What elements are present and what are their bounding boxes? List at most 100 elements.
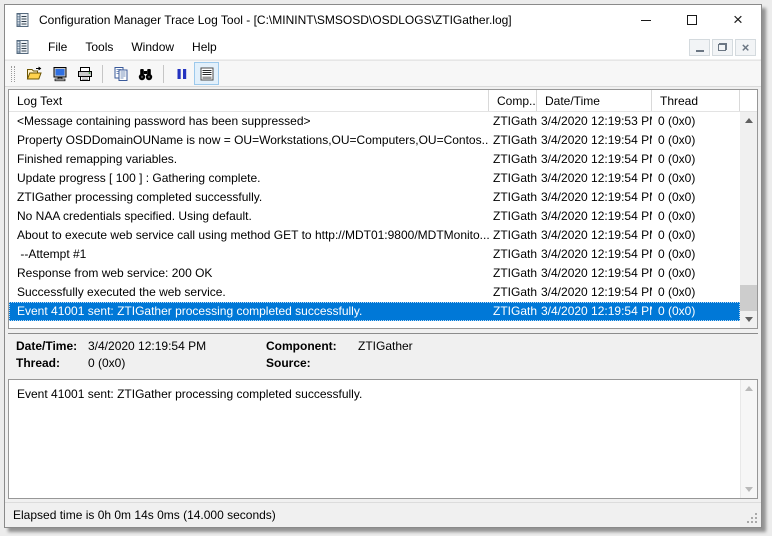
mdi-minimize-button[interactable] xyxy=(689,39,710,56)
titlebar[interactable]: Configuration Manager Trace Log Tool - [… xyxy=(5,5,761,35)
window-title: Configuration Manager Trace Log Tool - [… xyxy=(39,13,623,27)
detail-message-text: Event 41001 sent: ZTIGather processing c… xyxy=(9,380,740,498)
close-button[interactable]: × xyxy=(715,5,761,35)
log-text-cell: Event 41001 sent: ZTIGather processing c… xyxy=(9,302,489,321)
toolbar-separator xyxy=(163,65,164,83)
message-scroll-down-button[interactable] xyxy=(741,481,757,498)
detail-datetime-value: 3/4/2020 12:19:54 PM xyxy=(88,339,266,353)
statusbar: Elapsed time is 0h 0m 14s 0ms (14.000 se… xyxy=(5,502,761,527)
menu-help[interactable]: Help xyxy=(183,37,226,57)
log-row[interactable]: No NAA credentials specified. Using defa… xyxy=(9,207,740,226)
log-row[interactable]: --Attempt #1 ZTIGathe 3/4/2020 12:19:54 … xyxy=(9,245,740,264)
log-text-cell: Response from web service: 200 OK xyxy=(9,264,489,283)
mdi-restore-icon xyxy=(718,43,727,51)
component-cell: ZTIGathe xyxy=(489,226,537,245)
mdi-document-icon[interactable] xyxy=(14,39,30,55)
open-remote-computer-button[interactable] xyxy=(47,62,72,85)
log-row[interactable]: Response from web service: 200 OK ZTIGat… xyxy=(9,264,740,283)
toolbar-grip[interactable] xyxy=(11,66,15,82)
scroll-up-button[interactable] xyxy=(740,112,757,129)
thread-cell: 0 (0x0) xyxy=(652,226,740,245)
find-button[interactable] xyxy=(133,62,158,85)
log-row[interactable]: Event 41001 sent: ZTIGather processing c… xyxy=(9,302,740,321)
component-cell: ZTIGathe xyxy=(489,302,537,321)
thread-cell: 0 (0x0) xyxy=(652,188,740,207)
open-file-button[interactable] xyxy=(22,62,47,85)
mdi-close-button[interactable]: × xyxy=(735,39,756,56)
toolbar-separator xyxy=(102,65,103,83)
log-row[interactable]: ZTIGather processing completed successfu… xyxy=(9,188,740,207)
mdi-close-icon: × xyxy=(742,41,750,54)
component-cell: ZTIGathe xyxy=(489,283,537,302)
log-text-cell: No NAA credentials specified. Using defa… xyxy=(9,207,489,226)
column-header-component[interactable]: Comp... xyxy=(489,90,537,111)
log-row[interactable]: Property OSDDomainOUName is now = OU=Wor… xyxy=(9,131,740,150)
mdi-restore-button[interactable] xyxy=(712,39,733,56)
pause-icon xyxy=(174,66,190,82)
binoculars-icon xyxy=(137,66,154,82)
menu-tools[interactable]: Tools xyxy=(76,37,122,57)
maximize-button[interactable] xyxy=(669,5,715,35)
log-text-cell: About to execute web service call using … xyxy=(9,226,489,245)
log-row[interactable]: Successfully executed the web service. Z… xyxy=(9,283,740,302)
scroll-up-icon xyxy=(745,118,753,123)
log-text-cell: <Message containing password has been su… xyxy=(9,112,489,131)
toolbar xyxy=(5,60,761,87)
message-vertical-scrollbar[interactable] xyxy=(740,380,757,498)
copy-icon xyxy=(113,66,129,82)
copy-button[interactable] xyxy=(108,62,133,85)
datetime-cell: 3/4/2020 12:19:54 PM xyxy=(537,283,652,302)
message-scroll-up-button[interactable] xyxy=(741,380,757,397)
datetime-cell: 3/4/2020 12:19:54 PM xyxy=(537,188,652,207)
log-row[interactable]: Finished remapping variables. ZTIGathe 3… xyxy=(9,150,740,169)
thread-cell: 0 (0x0) xyxy=(652,131,740,150)
log-text-cell: Successfully executed the web service. xyxy=(9,283,489,302)
app-icon xyxy=(14,12,30,28)
menu-file[interactable]: File xyxy=(39,37,76,57)
view-detail-button[interactable] xyxy=(194,62,219,85)
detail-source-label: Source: xyxy=(266,356,358,370)
detail-thread-value: 0 (0x0) xyxy=(88,356,266,370)
datetime-cell: 3/4/2020 12:19:54 PM xyxy=(537,245,652,264)
scroll-down-button[interactable] xyxy=(740,311,757,328)
open-folder-icon xyxy=(26,66,43,82)
log-text-cell: Finished remapping variables. xyxy=(9,150,489,169)
detail-thread-label: Thread: xyxy=(16,356,88,370)
pause-button[interactable] xyxy=(169,62,194,85)
component-cell: ZTIGathe xyxy=(489,112,537,131)
detail-message-box: Event 41001 sent: ZTIGather processing c… xyxy=(8,379,758,499)
thread-cell: 0 (0x0) xyxy=(652,245,740,264)
thread-cell: 0 (0x0) xyxy=(652,264,740,283)
datetime-cell: 3/4/2020 12:19:54 PM xyxy=(537,131,652,150)
app-window: Configuration Manager Trace Log Tool - [… xyxy=(4,4,762,528)
mdi-minimize-icon xyxy=(696,50,704,52)
resize-grip-icon[interactable] xyxy=(747,513,758,524)
log-row[interactable]: Update progress [ 100 ] : Gathering comp… xyxy=(9,169,740,188)
component-cell: ZTIGathe xyxy=(489,207,537,226)
log-row[interactable]: About to execute web service call using … xyxy=(9,226,740,245)
print-button[interactable] xyxy=(72,62,97,85)
elapsed-time-text: Elapsed time is 0h 0m 14s 0ms (14.000 se… xyxy=(13,508,276,522)
list-vertical-scrollbar[interactable] xyxy=(740,112,757,328)
content-area: Log Text Comp... Date/Time Thread <Messa… xyxy=(5,87,761,502)
scroll-up-icon xyxy=(745,386,753,391)
column-header-datetime[interactable]: Date/Time xyxy=(537,90,652,111)
thread-cell: 0 (0x0) xyxy=(652,169,740,188)
thread-cell: 0 (0x0) xyxy=(652,302,740,321)
minimize-button[interactable] xyxy=(623,5,669,35)
component-cell: ZTIGathe xyxy=(489,264,537,283)
scroll-down-icon xyxy=(745,487,753,492)
log-row[interactable]: <Message containing password has been su… xyxy=(9,112,740,131)
datetime-cell: 3/4/2020 12:19:54 PM xyxy=(537,150,652,169)
detail-fields-panel: Date/Time: 3/4/2020 12:19:54 PM Componen… xyxy=(8,333,758,379)
thread-cell: 0 (0x0) xyxy=(652,283,740,302)
detail-component-value: ZTIGather xyxy=(358,339,750,353)
log-list-panel: Log Text Comp... Date/Time Thread <Messa… xyxy=(8,89,758,329)
scrollbar-track[interactable] xyxy=(740,129,757,311)
component-cell: ZTIGathe xyxy=(489,245,537,264)
scrollbar-thumb[interactable] xyxy=(740,285,757,311)
datetime-cell: 3/4/2020 12:19:54 PM xyxy=(537,264,652,283)
column-header-log-text[interactable]: Log Text xyxy=(9,90,489,111)
menu-window[interactable]: Window xyxy=(122,37,183,57)
column-header-thread[interactable]: Thread xyxy=(652,90,740,111)
